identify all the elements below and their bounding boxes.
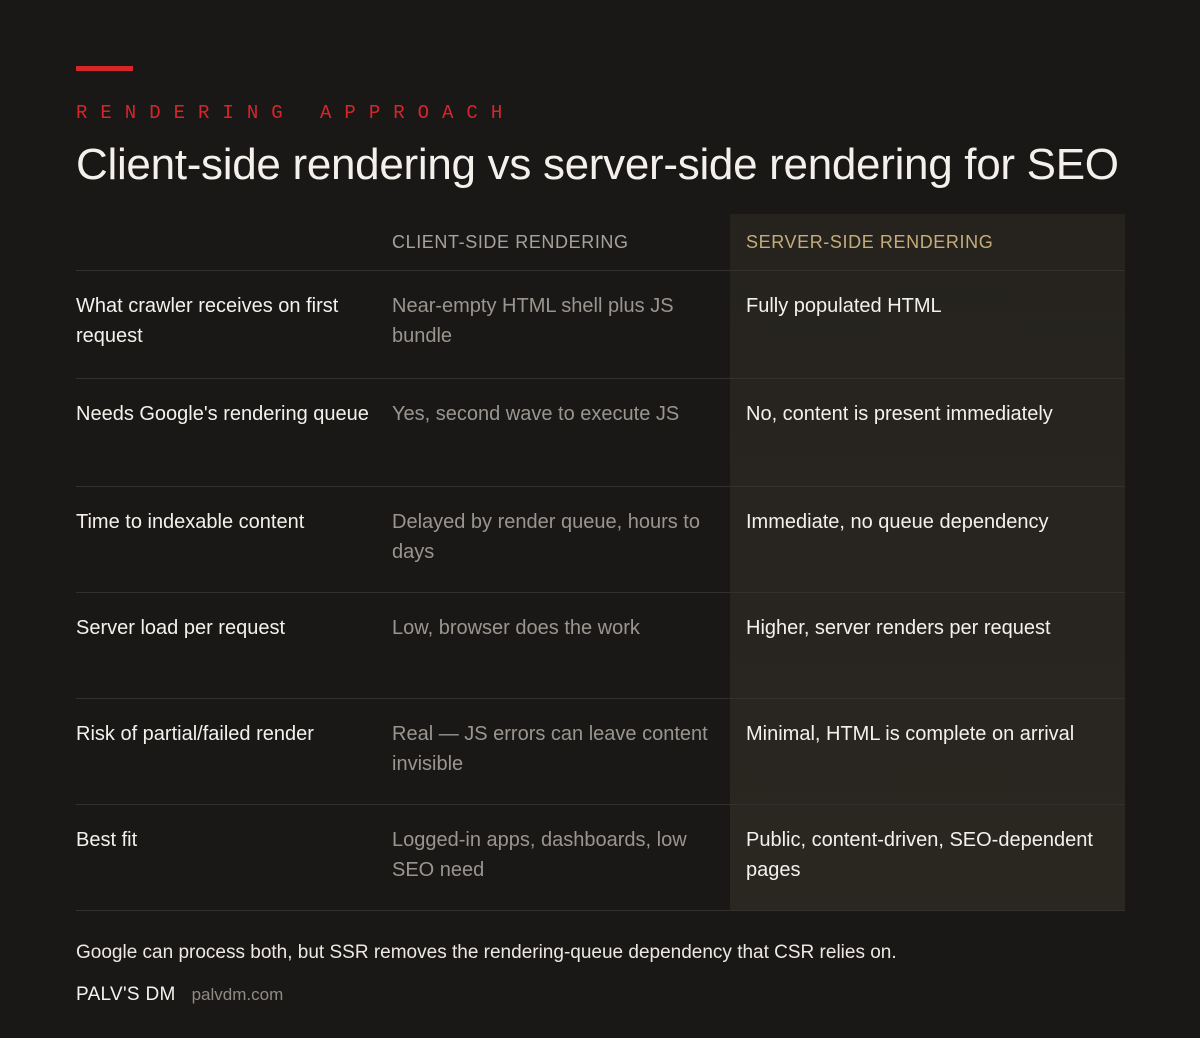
page-title: Client-side rendering vs server-side ren… (76, 140, 1119, 189)
row-ssr-value: Minimal, HTML is complete on arrival (746, 723, 1075, 745)
row-ssr-value: Higher, server renders per request (746, 617, 1051, 639)
row-csr-value: Near-empty HTML shell plus JS bundle (392, 295, 674, 347)
row-ssr-value: No, content is present immediately (746, 403, 1053, 425)
row-csr-value: Delayed by render queue, hours to days (392, 511, 700, 563)
row-csr-value: Real — JS errors can leave content invis… (392, 723, 708, 775)
row-label: What crawler receives on first request (76, 295, 339, 347)
table-row: Server load per request Low, browser doe… (76, 593, 1125, 699)
row-label: Time to indexable content (76, 511, 305, 533)
eyebrow-label: RENDERING APPROACH (76, 102, 516, 124)
table-row: Risk of partial/failed render Real — JS … (76, 699, 1125, 805)
brand-name: PALV'S DM (76, 984, 176, 1005)
row-ssr-value: Fully populated HTML (746, 295, 942, 317)
accent-bar (76, 66, 133, 71)
table-row: Needs Google's rendering queue Yes, seco… (76, 379, 1125, 487)
table-row: Time to indexable content Delayed by ren… (76, 487, 1125, 593)
table-row: Best fit Logged-in apps, dashboards, low… (76, 805, 1125, 911)
row-csr-value: Low, browser does the work (392, 617, 640, 639)
header-csr: CLIENT-SIDE RENDERING (392, 231, 629, 252)
row-label: Server load per request (76, 617, 286, 639)
table-row: What crawler receives on first request N… (76, 271, 1125, 379)
comparison-table: CLIENT-SIDE RENDERING SERVER-SIDE RENDER… (76, 214, 1125, 911)
row-csr-value: Logged-in apps, dashboards, low SEO need (392, 829, 687, 881)
row-ssr-value: Public, content-driven, SEO-dependent pa… (746, 829, 1093, 881)
footnote: Google can process both, but SSR removes… (76, 942, 897, 963)
brand-url: palvdm.com (191, 985, 284, 1004)
row-label: Risk of partial/failed render (76, 723, 314, 745)
header-ssr: SERVER-SIDE RENDERING (746, 231, 994, 252)
brand-footer: PALV'S DM palvdm.com (76, 984, 283, 1006)
table-header-row: CLIENT-SIDE RENDERING SERVER-SIDE RENDER… (76, 214, 1125, 271)
row-csr-value: Yes, second wave to execute JS (392, 403, 680, 425)
row-label: Best fit (76, 829, 138, 851)
row-ssr-value: Immediate, no queue dependency (746, 511, 1049, 533)
row-label: Needs Google's rendering queue (76, 403, 369, 425)
